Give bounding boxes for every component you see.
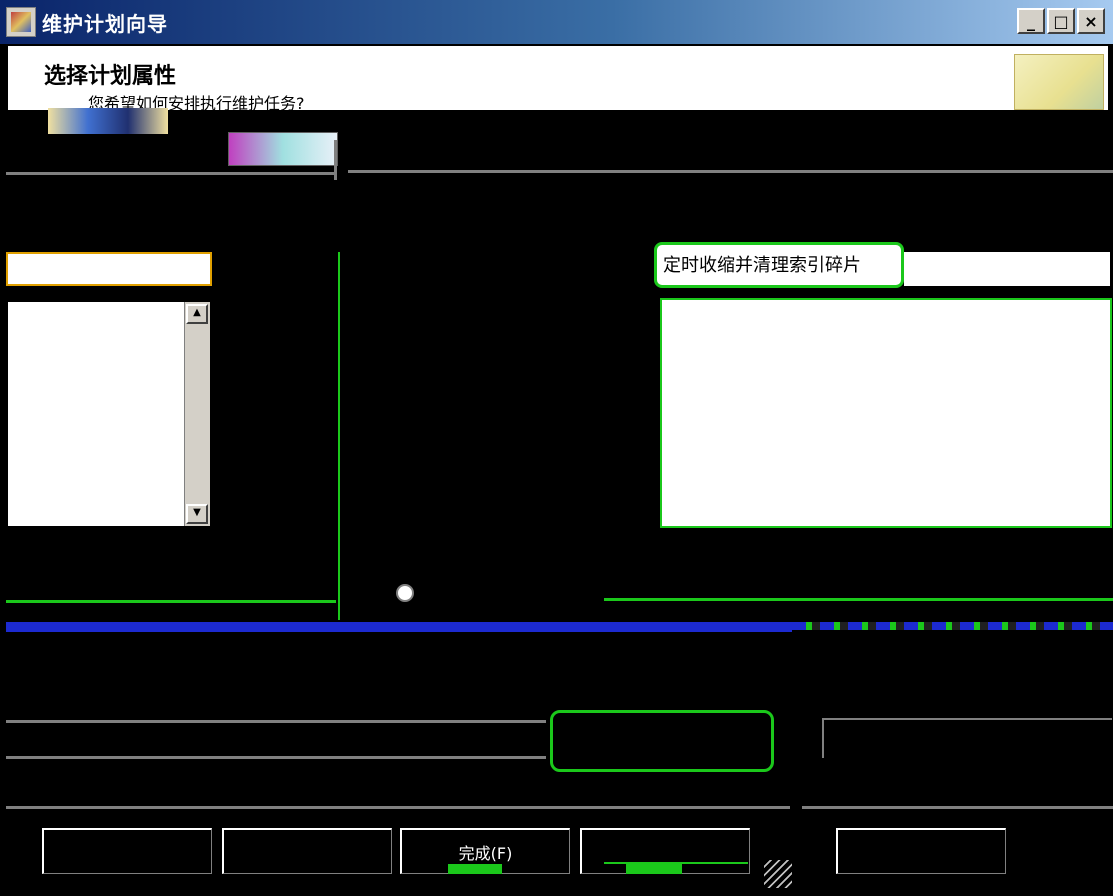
minimize-button[interactable]: _ bbox=[1017, 8, 1045, 34]
separator bbox=[334, 140, 337, 180]
window-controls: _ □ × bbox=[1017, 8, 1105, 34]
plan-name-input-extension[interactable] bbox=[904, 252, 1110, 286]
separator bbox=[338, 252, 340, 620]
finish-button-highlight bbox=[448, 864, 502, 874]
title-bar: 维护计划向导 _ □ × bbox=[0, 0, 1113, 44]
accent-bar bbox=[6, 622, 792, 632]
list-box[interactable]: ▲ ▼ bbox=[6, 300, 212, 528]
close-button[interactable]: × bbox=[1077, 8, 1105, 34]
header-graphic-fragment bbox=[48, 108, 348, 170]
separator bbox=[802, 806, 1113, 809]
arrow-down-icon[interactable]: ▼ bbox=[186, 504, 208, 524]
page-title: 选择计划属性 bbox=[44, 64, 177, 89]
wizard-header: 选择计划属性 您希望如何安排执行维护任务? bbox=[8, 46, 1108, 113]
cancel-button-highlight bbox=[626, 862, 682, 874]
maintenance-wizard-icon bbox=[6, 7, 36, 37]
schedule-description bbox=[822, 718, 1112, 758]
name-field-fragment[interactable] bbox=[6, 252, 212, 286]
plan-name-input[interactable]: 定时收缩并清理索引碎片 bbox=[654, 242, 904, 288]
finish-button-label: 完成(F) bbox=[458, 843, 513, 863]
resize-grip-icon[interactable] bbox=[764, 860, 792, 888]
separator bbox=[6, 756, 546, 759]
next-button[interactable] bbox=[836, 828, 1006, 874]
separator bbox=[6, 720, 546, 723]
help-button[interactable] bbox=[42, 828, 212, 874]
back-button[interactable] bbox=[222, 828, 392, 874]
arrow-up-icon[interactable]: ▲ bbox=[186, 304, 208, 324]
window-title: 维护计划向导 bbox=[42, 11, 168, 36]
graphic-fragment-a bbox=[48, 108, 168, 134]
schedule-radio[interactable] bbox=[396, 584, 414, 602]
separator bbox=[604, 598, 1113, 601]
separator bbox=[6, 172, 334, 175]
wizard-graphic-icon bbox=[1014, 54, 1104, 110]
description-textarea[interactable] bbox=[660, 298, 1112, 528]
scrollbar[interactable]: ▲ ▼ bbox=[184, 302, 210, 526]
graphic-fragment-b bbox=[228, 132, 338, 166]
change-schedule-button[interactable] bbox=[550, 710, 774, 772]
maximize-button[interactable]: □ bbox=[1047, 8, 1075, 34]
separator bbox=[348, 170, 1113, 173]
separator bbox=[6, 600, 336, 603]
accent-bar-fragment bbox=[792, 622, 1113, 630]
separator bbox=[6, 806, 790, 809]
